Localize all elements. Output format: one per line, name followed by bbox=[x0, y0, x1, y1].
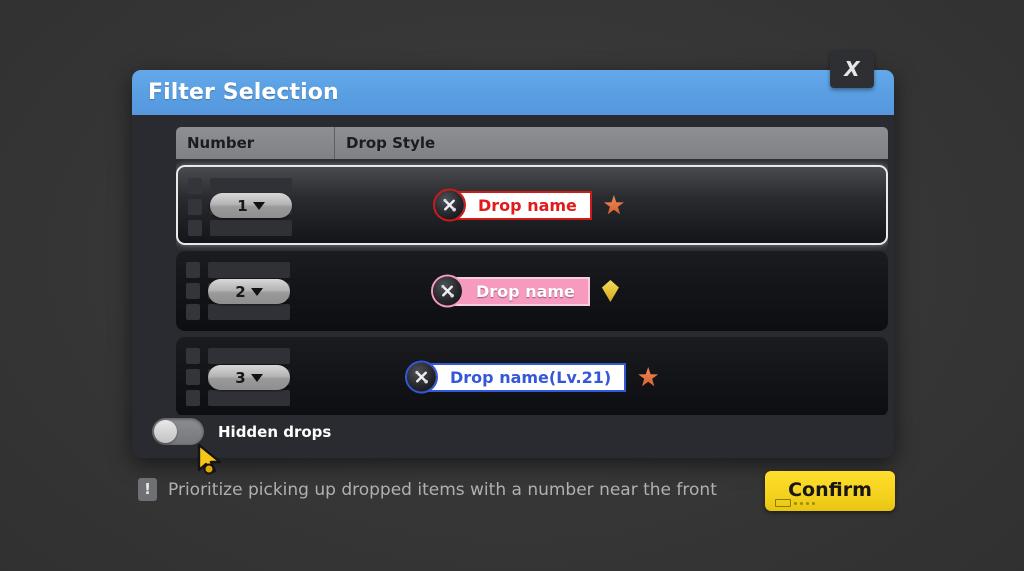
drop-badge[interactable]: Drop name(Lv.21) bbox=[407, 362, 627, 392]
toggle-knob bbox=[154, 420, 177, 443]
screen: Filter Selection X Number Drop Style 1 D… bbox=[0, 0, 1024, 571]
drop-badge[interactable]: Drop name bbox=[433, 276, 590, 306]
star-icon bbox=[638, 367, 659, 387]
dialog-title: Filter Selection bbox=[148, 80, 339, 105]
crossed-tools-icon bbox=[433, 276, 462, 306]
column-header-drop-style: Drop Style bbox=[346, 134, 436, 152]
drop-style-cell: Drop name bbox=[435, 190, 624, 220]
row-placeholder-marks bbox=[188, 178, 202, 236]
number-dropdown[interactable]: 3 bbox=[208, 365, 290, 390]
column-header-number: Number bbox=[176, 127, 335, 159]
hidden-drops-label: Hidden drops bbox=[218, 422, 332, 441]
exclamation-icon: ! bbox=[138, 478, 157, 501]
footer-hint: ! Prioritize picking up dropped items wi… bbox=[138, 478, 717, 501]
filter-selection-dialog: Filter Selection X Number Drop Style 1 D… bbox=[132, 50, 894, 458]
drop-style-cell: Drop name(Lv.21) bbox=[407, 362, 659, 392]
drop-badge-label: Drop name(Lv.21) bbox=[450, 367, 612, 387]
dialog-titlebar: Filter Selection bbox=[132, 70, 894, 115]
table-body: 1 Drop name 2 Drop name 3 Drop name(Lv.2… bbox=[176, 165, 888, 415]
crossed-tools-icon bbox=[407, 362, 436, 392]
chevron-down-icon bbox=[252, 201, 265, 210]
table-row[interactable]: 3 Drop name(Lv.21) bbox=[176, 337, 888, 415]
drop-badge[interactable]: Drop name bbox=[435, 190, 592, 220]
drop-badge-label: Drop name bbox=[478, 195, 577, 215]
drop-filter-table: Number Drop Style 1 Drop name 2 Drop nam… bbox=[176, 127, 888, 415]
confirm-button[interactable]: Confirm bbox=[765, 471, 895, 511]
key-hint-icon bbox=[775, 499, 815, 507]
drop-badge-label: Drop name bbox=[476, 281, 575, 301]
number-dropdown[interactable]: 2 bbox=[208, 279, 290, 304]
close-button[interactable]: X bbox=[830, 50, 874, 88]
hidden-drops-setting: Hidden drops bbox=[152, 418, 331, 445]
table-row[interactable]: 2 Drop name bbox=[176, 251, 888, 331]
table-row[interactable]: 1 Drop name bbox=[176, 165, 888, 245]
row-placeholder-marks bbox=[186, 348, 200, 406]
drop-style-cell: Drop name bbox=[433, 276, 619, 306]
chevron-down-icon bbox=[250, 287, 263, 296]
number-value: 2 bbox=[235, 282, 246, 301]
number-dropdown[interactable]: 1 bbox=[210, 193, 292, 218]
crossed-tools-icon bbox=[435, 190, 464, 220]
gem-icon bbox=[601, 280, 619, 302]
chevron-down-icon bbox=[250, 373, 263, 382]
star-icon bbox=[603, 195, 624, 215]
confirm-button-label: Confirm bbox=[788, 478, 872, 501]
number-value: 3 bbox=[235, 368, 246, 387]
hidden-drops-toggle[interactable] bbox=[152, 418, 204, 445]
row-placeholder-marks bbox=[186, 262, 200, 320]
hint-text: Prioritize picking up dropped items with… bbox=[168, 479, 717, 500]
number-value: 1 bbox=[237, 196, 248, 215]
table-header-row: Number Drop Style bbox=[176, 127, 888, 159]
